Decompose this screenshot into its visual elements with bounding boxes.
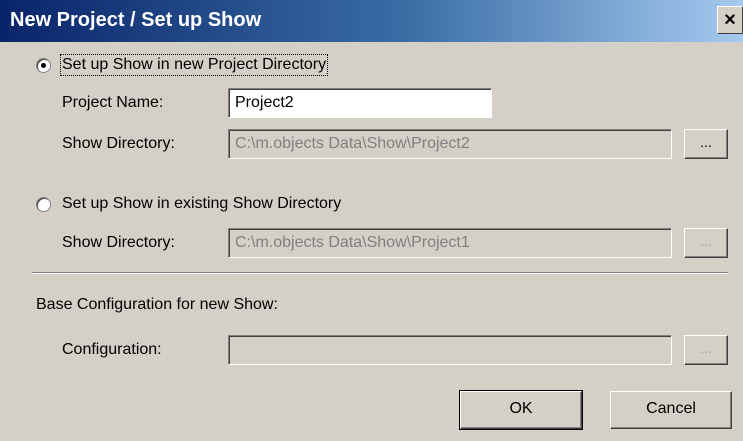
radio-selected-dot (41, 63, 46, 68)
radio-existing-show-directory-label[interactable]: Set up Show in existing Show Directory (62, 195, 341, 213)
project-name-label: Project Name: (62, 94, 164, 111)
configuration-label: Configuration: (62, 341, 162, 358)
show-directory-label-new: Show Directory: (62, 135, 175, 152)
project-name-input[interactable]: Project2 (228, 88, 492, 118)
radio-new-project-directory[interactable] (36, 58, 51, 73)
dialog-title: New Project / Set up Show (10, 9, 262, 31)
show-directory-label-existing: Show Directory: (62, 234, 175, 251)
browse-show-directory-new-button[interactable]: ... (684, 129, 728, 159)
close-button[interactable]: × (717, 6, 743, 34)
close-icon: × (724, 9, 736, 31)
show-directory-input-new[interactable]: C:\m.objects Data\Show\Project2 (228, 129, 672, 159)
radio-new-project-directory-label[interactable]: Set up Show in new Project Directory (59, 54, 329, 76)
configuration-input[interactable] (228, 335, 672, 365)
cancel-button[interactable]: Cancel (610, 391, 732, 429)
ok-button[interactable]: OK (459, 390, 583, 430)
browse-configuration-button[interactable]: ... (684, 335, 728, 365)
separator (32, 272, 728, 274)
radio-existing-show-directory[interactable] (36, 197, 51, 212)
browse-show-directory-existing-button[interactable]: ... (684, 228, 728, 258)
show-directory-input-existing[interactable]: C:\m.objects Data\Show\Project1 (228, 228, 672, 258)
title-bar[interactable]: New Project / Set up Show × (0, 0, 743, 42)
new-project-dialog: New Project / Set up Show × Set up Show … (0, 0, 743, 441)
base-configuration-heading: Base Configuration for new Show: (36, 296, 278, 313)
